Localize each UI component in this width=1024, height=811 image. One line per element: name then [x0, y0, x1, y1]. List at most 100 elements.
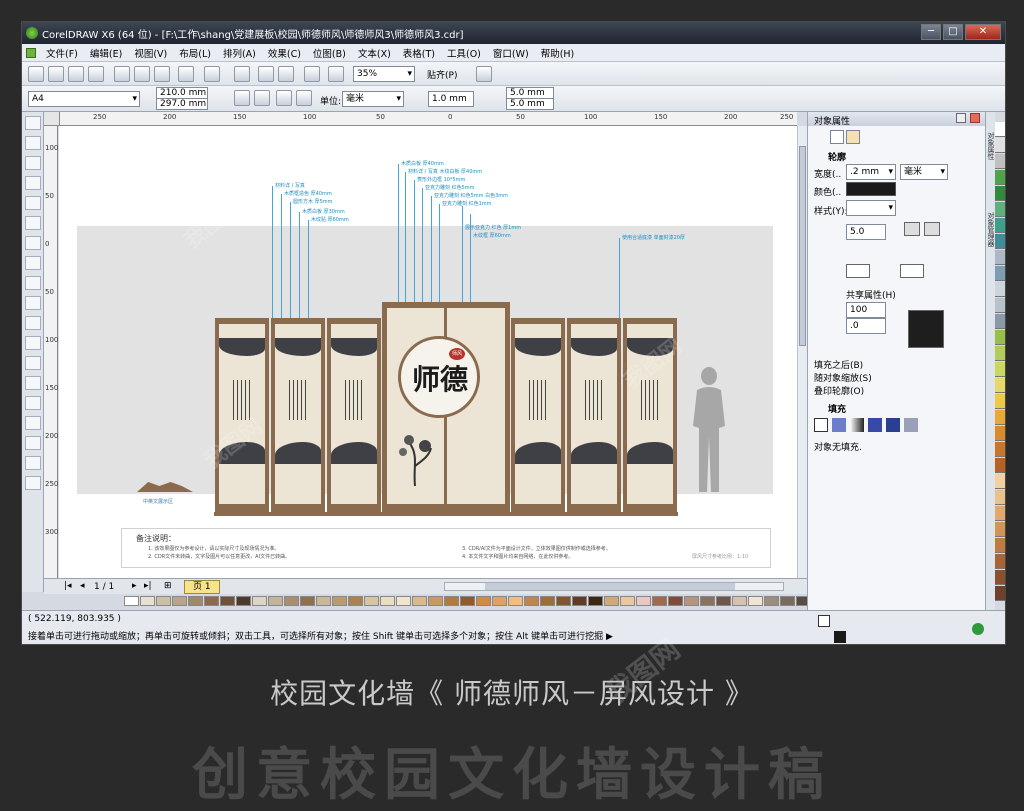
palette-swatch[interactable]: [748, 596, 763, 606]
scale-with-object-checkbox[interactable]: 随对象缩放(S): [814, 371, 872, 384]
vertical-ruler[interactable]: 100 50 0 50 100 150 200 250 300: [44, 126, 58, 586]
menu-view[interactable]: 视图(V): [128, 46, 173, 60]
palette-swatch[interactable]: [156, 596, 171, 606]
palette-swatch[interactable]: [995, 474, 1005, 489]
palette-swatch[interactable]: [460, 596, 475, 606]
crop-tool-icon[interactable]: [25, 156, 41, 170]
palette-swatch[interactable]: [588, 596, 603, 606]
copy-icon[interactable]: [134, 66, 150, 82]
palette-swatch[interactable]: [995, 442, 1005, 457]
palette-swatch[interactable]: [732, 596, 747, 606]
palette-swatch[interactable]: [995, 490, 1005, 505]
options-icon[interactable]: [476, 66, 492, 82]
palette-swatch[interactable]: [252, 596, 267, 606]
palette-swatch[interactable]: [188, 596, 203, 606]
smart-fill-icon[interactable]: [25, 216, 41, 230]
palette-swatch[interactable]: [995, 298, 1005, 313]
miter-limit-input[interactable]: 5.0: [846, 224, 886, 240]
polygon-tool-icon[interactable]: [25, 276, 41, 290]
paste-icon[interactable]: [154, 66, 170, 82]
freehand-tool-icon[interactable]: [25, 196, 41, 210]
palette-swatch[interactable]: [412, 596, 427, 606]
palette-swatch[interactable]: [995, 570, 1005, 585]
stretch-input[interactable]: 100: [846, 302, 886, 318]
palette-swatch[interactable]: [668, 596, 683, 606]
palette-swatch[interactable]: [380, 596, 395, 606]
palette-swatch[interactable]: [995, 362, 1005, 377]
text-tool-icon[interactable]: [25, 296, 41, 310]
drawing-canvas[interactable]: 材料详 / 写真 木质框造色 厚40mm 圆形方木 厚5mm 木质白板 厚30m…: [59, 126, 797, 578]
palette-swatch[interactable]: [348, 596, 363, 606]
palette-swatch[interactable]: [780, 596, 795, 606]
arrowhead-start-select[interactable]: [846, 264, 870, 278]
export-icon[interactable]: [278, 66, 294, 82]
fill-tool-icon[interactable]: [25, 456, 41, 470]
outline-style-select[interactable]: [846, 200, 896, 216]
fill-tab-icon[interactable]: [846, 130, 860, 144]
palette-swatch[interactable]: [995, 170, 1005, 185]
palette-swatch[interactable]: [995, 154, 1005, 169]
menu-layout[interactable]: 布局(L): [173, 46, 217, 60]
palette-swatch[interactable]: [572, 596, 587, 606]
dimension-tool-icon[interactable]: [25, 336, 41, 350]
palette-swatch[interactable]: [396, 596, 411, 606]
palette-swatch[interactable]: [220, 596, 235, 606]
eyedropper-tool-icon[interactable]: [25, 416, 41, 430]
menu-window[interactable]: 窗口(W): [487, 46, 535, 60]
cut-icon[interactable]: [114, 66, 130, 82]
corner-style-icon[interactable]: [904, 222, 920, 236]
palette-swatch[interactable]: [995, 522, 1005, 537]
menu-table[interactable]: 表格(T): [397, 46, 441, 60]
palette-swatch[interactable]: [364, 596, 379, 606]
palette-swatch[interactable]: [652, 596, 667, 606]
palette-swatch[interactable]: [700, 596, 715, 606]
palette-swatch[interactable]: [124, 596, 139, 606]
outline-tool-icon[interactable]: [25, 436, 41, 450]
palette-swatch[interactable]: [236, 596, 251, 606]
menu-edit[interactable]: 编辑(E): [84, 46, 128, 60]
pick-tool-icon[interactable]: [25, 116, 41, 130]
outline-unit-select[interactable]: 毫米: [900, 164, 948, 180]
palette-swatch[interactable]: [620, 596, 635, 606]
share-attributes-checkbox[interactable]: 共享属性(H): [846, 288, 896, 301]
zoom-tool-icon[interactable]: [25, 176, 41, 190]
horizontal-scrollbar[interactable]: [444, 582, 784, 591]
palette-swatch[interactable]: [995, 250, 1005, 265]
first-page-button[interactable]: |◂: [64, 581, 72, 591]
palette-swatch[interactable]: [995, 378, 1005, 393]
palette-swatch[interactable]: [332, 596, 347, 606]
units-select[interactable]: 毫米: [342, 91, 404, 107]
palette-swatch[interactable]: [300, 596, 315, 606]
fountain-fill-icon[interactable]: [850, 418, 864, 432]
outline-width-select[interactable]: .2 mm: [846, 164, 896, 180]
ellipse-tool-icon[interactable]: [25, 256, 41, 270]
palette-swatch[interactable]: [716, 596, 731, 606]
publish-pdf-icon[interactable]: [304, 66, 320, 82]
overprint-outline-checkbox[interactable]: 叠印轮廓(O): [814, 384, 864, 397]
next-page-button[interactable]: ▸: [132, 581, 137, 591]
interactive-fill-icon[interactable]: [25, 476, 41, 490]
palette-swatch[interactable]: [995, 506, 1005, 521]
palette-swatch[interactable]: [140, 596, 155, 606]
docker-minimize-icon[interactable]: [956, 113, 966, 123]
palette-swatch[interactable]: [636, 596, 651, 606]
scroll-thumb[interactable]: [799, 146, 806, 346]
palette-swatch[interactable]: [995, 202, 1005, 217]
menu-effects[interactable]: 效果(C): [262, 46, 307, 60]
palette-swatch[interactable]: [524, 596, 539, 606]
angle-input[interactable]: .0: [846, 318, 886, 334]
palette-swatch[interactable]: [172, 596, 187, 606]
palette-swatch[interactable]: [995, 138, 1005, 153]
palette-swatch[interactable]: [995, 458, 1005, 473]
arrowhead-end-select[interactable]: [900, 264, 924, 278]
palette-swatch[interactable]: [995, 218, 1005, 233]
palette-swatch[interactable]: [204, 596, 219, 606]
all-pages-icon[interactable]: [276, 90, 292, 106]
menu-bitmaps[interactable]: 位图(B): [307, 46, 352, 60]
palette-swatch[interactable]: [476, 596, 491, 606]
menu-help[interactable]: 帮助(H): [535, 46, 581, 60]
palette-swatch[interactable]: [995, 346, 1005, 361]
palette-swatch[interactable]: [995, 586, 1005, 601]
palette-swatch[interactable]: [995, 394, 1005, 409]
texture-fill-icon[interactable]: [886, 418, 900, 432]
